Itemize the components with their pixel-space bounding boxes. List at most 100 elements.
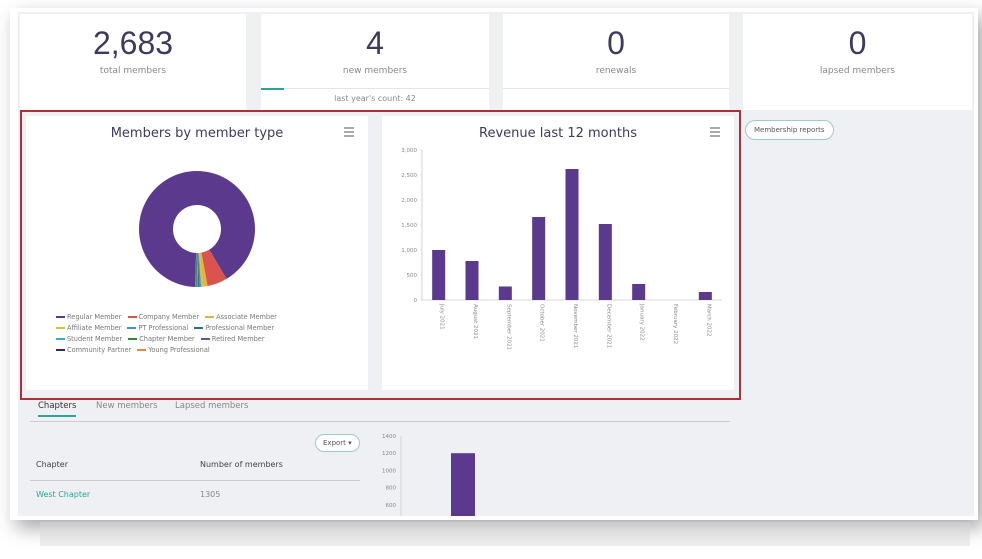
stat-label: renewals [595,66,637,76]
y-tick-label: 1,000 [401,248,417,254]
frame-shadow [40,522,970,546]
legend-item: Professional Member [194,323,274,334]
bar [432,250,446,300]
dashboard-page: 2,683 total members 4 new members last y… [18,12,974,516]
bar [532,217,546,300]
legend-label: Regular Member [67,313,122,321]
legend-label: Chapter Member [139,335,195,343]
member-type-panel: Members by member type Regular Member Com… [26,116,368,390]
chart-legend: Regular Member Company Member Associate Me… [56,312,346,356]
member-count: 1305 [200,490,221,499]
bar [632,284,646,300]
panel-title: Revenue last 12 months [479,126,637,141]
legend-item: Associate Member [205,312,277,323]
stat-card-total-members: 2,683 total members [20,14,246,110]
stat-card-renewals: 0 renewals [503,14,729,110]
bar [598,224,612,300]
y-tick-label: 1000 [382,468,396,474]
tab-lapsed-members[interactable]: Lapsed members [175,401,248,415]
chapter-link[interactable]: West Chapter [36,490,90,499]
bar [698,292,712,300]
legend-item: Community Partner [56,345,131,356]
donut-chart [139,171,255,287]
y-tick-label: 500 [407,273,418,279]
legend-item: Regular Member [56,312,122,323]
tab-bar: Chapters New members Lapsed members [30,400,730,422]
stat-sub-text: last year's count: 42 [334,94,416,103]
bar [565,169,579,300]
chapter-bar-chart: 400600800100012001400 [382,434,475,516]
tab-chapters[interactable]: Chapters [38,401,77,417]
legend-label: Professional Member [205,324,275,332]
legend-swatch [56,316,65,318]
legend-item: Chapter Member [128,334,195,345]
x-tick-label: July 2021 [439,303,445,330]
y-tick-label: 800 [386,486,397,492]
tab-new-members[interactable]: New members [96,401,158,415]
x-tick-label: March 2022 [705,304,711,337]
export-button[interactable]: Export ▾ [315,434,360,452]
legend-swatch [56,327,65,329]
legend-swatch [200,338,210,340]
legend-swatch [56,338,65,340]
stat-value: 0 [607,25,625,61]
bar [451,453,475,516]
progress-bar [261,88,284,90]
x-tick-label: February 2022 [672,304,678,344]
bar [465,261,479,300]
legend-swatch [205,316,215,318]
x-tick-label: August 2021 [472,304,478,339]
x-tick-label: December 2021 [605,304,611,348]
legend-item: PT Professional [127,323,188,334]
legend-item: Affiliate Member [56,323,121,334]
legend-label: Student Member [67,335,123,343]
legend-item: Company Member [127,312,200,323]
stat-value: 0 [848,25,867,61]
stat-value: 4 [366,25,384,61]
legend-swatch [128,338,138,340]
chart-menu-icon[interactable] [710,127,720,137]
legend-swatch [127,327,137,329]
y-tick-label: 600 [386,503,397,509]
x-tick-label: October 2021 [539,304,545,342]
stat-value: 2,683 [92,25,174,61]
stat-sub-bar [503,88,729,110]
x-tick-label: September 2021 [505,304,511,350]
revenue-panel: Revenue last 12 months 0 500 1,000 1,500 2,0… [382,116,734,390]
column-header-chapter: Chapter [36,460,68,469]
stat-label: new members [342,66,408,76]
revenue-bar-chart: 0 500 1,000 1,500 2,000 2,500 3,000 July 2021 Au… [401,148,722,350]
column-header-members: Number of members [200,460,283,469]
y-tick-label: 1200 [382,451,396,457]
stat-card-new-members: 4 new members last year's count: 42 [261,14,489,110]
legend-swatch [194,327,204,329]
header-divider [30,480,360,481]
legend-label: Company Member [138,313,200,321]
x-tick-label: January 2022 [639,303,645,341]
y-tick-label: 1,500 [401,223,417,229]
legend-item: Student Member [56,334,122,345]
bar [498,286,512,300]
legend-label: Retired Member [211,335,265,343]
legend-label: Associate Member [216,313,277,321]
y-tick-label: 1400 [382,434,396,440]
x-tick-label: November 2021 [572,304,578,348]
membership-reports-button[interactable]: Membership reports [745,120,834,140]
legend-item: Young Professional [137,345,210,356]
stat-sub-bar: last year's count: 42 [261,88,489,110]
y-tick-label: 3,000 [401,148,417,154]
legend-label: PT Professional [138,324,189,332]
legend-swatch [56,349,65,351]
legend-swatch [137,349,147,351]
legend-label: Community Partner [67,346,132,354]
y-tick-label: 2,500 [401,173,417,179]
stat-label: total members [99,66,167,76]
y-tick-label: 0 [414,298,418,304]
legend-item: Retired Member [200,334,265,345]
y-tick-label: 2,000 [401,198,417,204]
legend-label: Affiliate Member [67,324,122,332]
legend-swatch [127,316,137,318]
stat-card-lapsed-members: 0 lapsed members [743,14,972,110]
legend-label: Young Professional [148,346,210,354]
stat-label: lapsed members [819,66,896,76]
